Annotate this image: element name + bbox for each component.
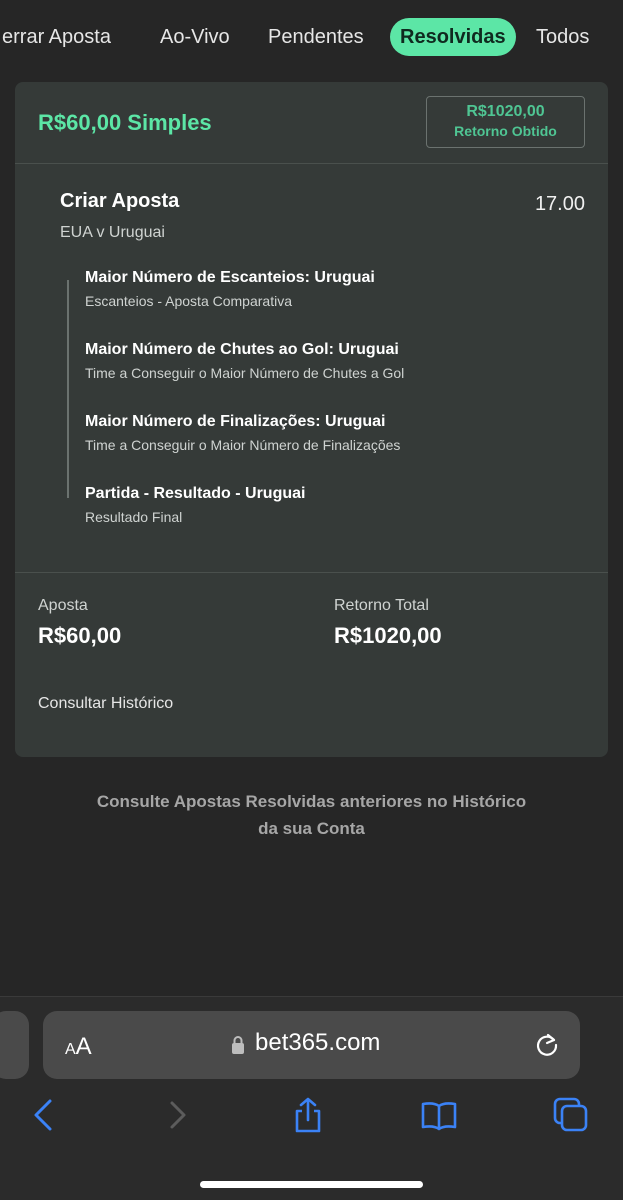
- return-label: Retorno Obtido: [454, 123, 557, 139]
- lock-icon: [232, 1036, 244, 1054]
- reader-settings-button[interactable]: AA: [65, 1033, 92, 1061]
- selection-item: Maior Número de Chutes ao Gol: Uruguai T…: [85, 341, 404, 381]
- bet-title: Criar Aposta: [60, 190, 180, 212]
- aa-large-letter: A: [75, 1033, 92, 1060]
- aa-small-letter: A: [65, 1041, 76, 1058]
- tab-pendentes[interactable]: Pendentes: [268, 18, 364, 56]
- bet-card-header: R$60,00 Simples R$1020,00 Retorno Obtido: [15, 82, 608, 164]
- selection-name: Maior Número de Chutes ao Gol: Uruguai: [85, 341, 399, 358]
- bet-filter-tabs: errar Aposta Ao-Vivo Pendentes Resolvida…: [0, 14, 623, 58]
- return-badge: R$1020,00 Retorno Obtido: [426, 96, 585, 148]
- reload-icon[interactable]: [534, 1031, 560, 1057]
- bet-match: EUA v Uruguai: [60, 224, 165, 241]
- selection-description: Time a Conseguir o Maior Número de Chute…: [85, 365, 405, 381]
- info-line-2: da sua Conta: [258, 819, 365, 838]
- selection-name: Maior Número de Escanteios: Uruguai: [85, 269, 375, 286]
- tab-encerrar-aposta[interactable]: errar Aposta: [2, 18, 111, 56]
- stake-label: Aposta: [38, 597, 88, 614]
- selection-item: Maior Número de Finalizações: Uruguai Ti…: [85, 413, 400, 453]
- forward-icon[interactable]: [160, 1097, 196, 1133]
- total-return-label: Retorno Total: [334, 597, 429, 614]
- tab-todos[interactable]: Todos: [536, 18, 589, 56]
- previous-tab-preview[interactable]: [0, 1011, 29, 1079]
- selection-item: Maior Número de Escanteios: Uruguai Esca…: [85, 269, 375, 309]
- card-divider: [15, 572, 608, 573]
- bookmarks-icon[interactable]: [421, 1097, 457, 1133]
- tabs-icon[interactable]: [553, 1097, 589, 1133]
- tab-resolvidas[interactable]: Resolvidas: [390, 18, 516, 56]
- selection-name: Partida - Resultado - Uruguai: [85, 485, 306, 502]
- address-bar[interactable]: AA bet365.com: [43, 1011, 580, 1079]
- url-text: bet365.com: [255, 1029, 381, 1056]
- back-icon[interactable]: [26, 1097, 62, 1133]
- history-info-text: Consulte Apostas Resolvidas anteriores n…: [40, 788, 583, 842]
- selection-item: Partida - Resultado - Uruguai Resultado …: [85, 485, 305, 525]
- tab-ao-vivo[interactable]: Ao-Vivo: [160, 18, 230, 56]
- selection-name: Maior Número de Finalizações: Uruguai: [85, 413, 386, 430]
- bet-card: R$60,00 Simples R$1020,00 Retorno Obtido…: [15, 82, 608, 757]
- selection-description: Escanteios - Aposta Comparativa: [85, 293, 292, 309]
- browser-toolbar: AA bet365.com: [0, 996, 623, 1200]
- total-return-value: R$1020,00: [334, 623, 442, 648]
- selection-description: Time a Conseguir o Maior Número de Final…: [85, 437, 401, 453]
- stake-title: R$60,00 Simples: [38, 110, 212, 135]
- info-line-1: Consulte Apostas Resolvidas anteriores n…: [96, 792, 527, 811]
- home-indicator[interactable]: [200, 1181, 423, 1188]
- history-link[interactable]: Consultar Histórico: [38, 695, 173, 713]
- bet-odds: 17.00: [534, 193, 585, 215]
- selection-description: Resultado Final: [85, 509, 183, 525]
- stake-value: R$60,00: [38, 623, 122, 648]
- share-icon[interactable]: [290, 1097, 326, 1133]
- selections-connector: [67, 280, 69, 498]
- return-amount: R$1020,00: [466, 103, 545, 120]
- page: errar Aposta Ao-Vivo Pendentes Resolvida…: [0, 0, 623, 1200]
